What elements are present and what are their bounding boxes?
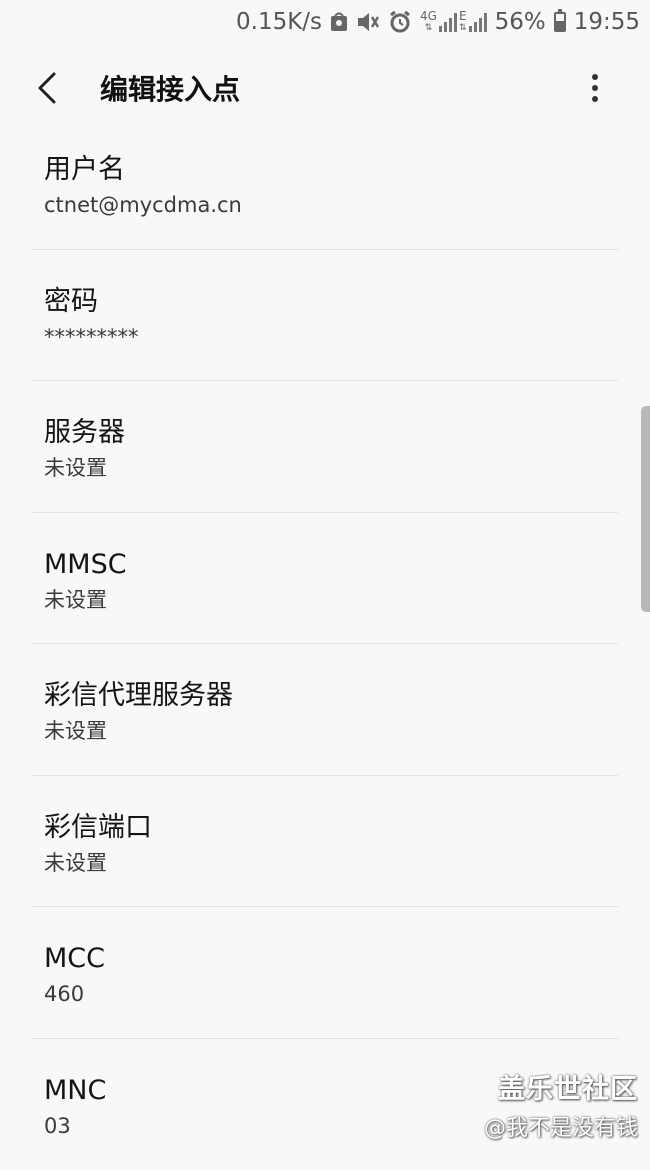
more-options-button[interactable] xyxy=(580,68,610,108)
item-label: 密码 xyxy=(44,286,650,318)
net-speed: 0.15K/s xyxy=(236,9,322,35)
item-label: 彩信端口 xyxy=(44,812,650,844)
item-value: 未设置 xyxy=(44,850,650,876)
item-value: ********* xyxy=(44,324,650,350)
list-item-password[interactable]: 密码 ********* xyxy=(0,250,650,382)
item-value: 未设置 xyxy=(44,718,650,744)
status-bar: 0.15K/s 4G ⇅ E ⇅ 56% 19:55 xyxy=(0,0,650,44)
apn-settings-list: 用户名 ctnet@mycdma.cn 密码 ********* 服务器 未设置… xyxy=(0,118,650,1170)
list-item-mcc[interactable]: MCC 460 xyxy=(0,907,650,1039)
item-value: 未设置 xyxy=(44,587,650,613)
battery-icon xyxy=(554,12,566,32)
list-item-mmsc[interactable]: MMSC 未设置 xyxy=(0,513,650,645)
page-title: 编辑接入点 xyxy=(100,68,240,108)
battery-percent: 56% xyxy=(495,9,546,35)
network-type-label: 4G xyxy=(420,10,437,22)
app-notification-icon xyxy=(330,12,348,32)
watermark-author: @我不是没有钱 xyxy=(484,1110,638,1142)
more-vert-icon xyxy=(592,74,598,80)
item-value: 460 xyxy=(44,981,650,1007)
list-item-server[interactable]: 服务器 未设置 xyxy=(0,381,650,513)
clock: 19:55 xyxy=(574,9,640,35)
item-label: MMSC xyxy=(44,549,650,581)
alarm-icon xyxy=(388,10,412,34)
mute-icon xyxy=(356,11,380,33)
item-label: 用户名 xyxy=(44,154,650,186)
item-value: 未设置 xyxy=(44,455,650,481)
watermark-title: 盖乐世社区 xyxy=(484,1067,638,1106)
list-item-username[interactable]: 用户名 ctnet@mycdma.cn xyxy=(0,118,650,250)
item-label: MCC xyxy=(44,943,650,975)
watermark: 盖乐世社区 @我不是没有钱 xyxy=(484,1067,638,1142)
network-type-label-2: E xyxy=(459,10,467,22)
list-item-mms-proxy[interactable]: 彩信代理服务器 未设置 xyxy=(0,644,650,776)
scrollbar[interactable] xyxy=(641,406,650,612)
list-item-mms-port[interactable]: 彩信端口 未设置 xyxy=(0,776,650,908)
item-value: ctnet@mycdma.cn xyxy=(44,192,650,218)
signal-icon: 4G ⇅ E ⇅ xyxy=(420,10,487,34)
item-label: 彩信代理服务器 xyxy=(44,680,650,712)
item-label: 服务器 xyxy=(44,417,650,449)
back-arrow-icon xyxy=(36,71,58,105)
